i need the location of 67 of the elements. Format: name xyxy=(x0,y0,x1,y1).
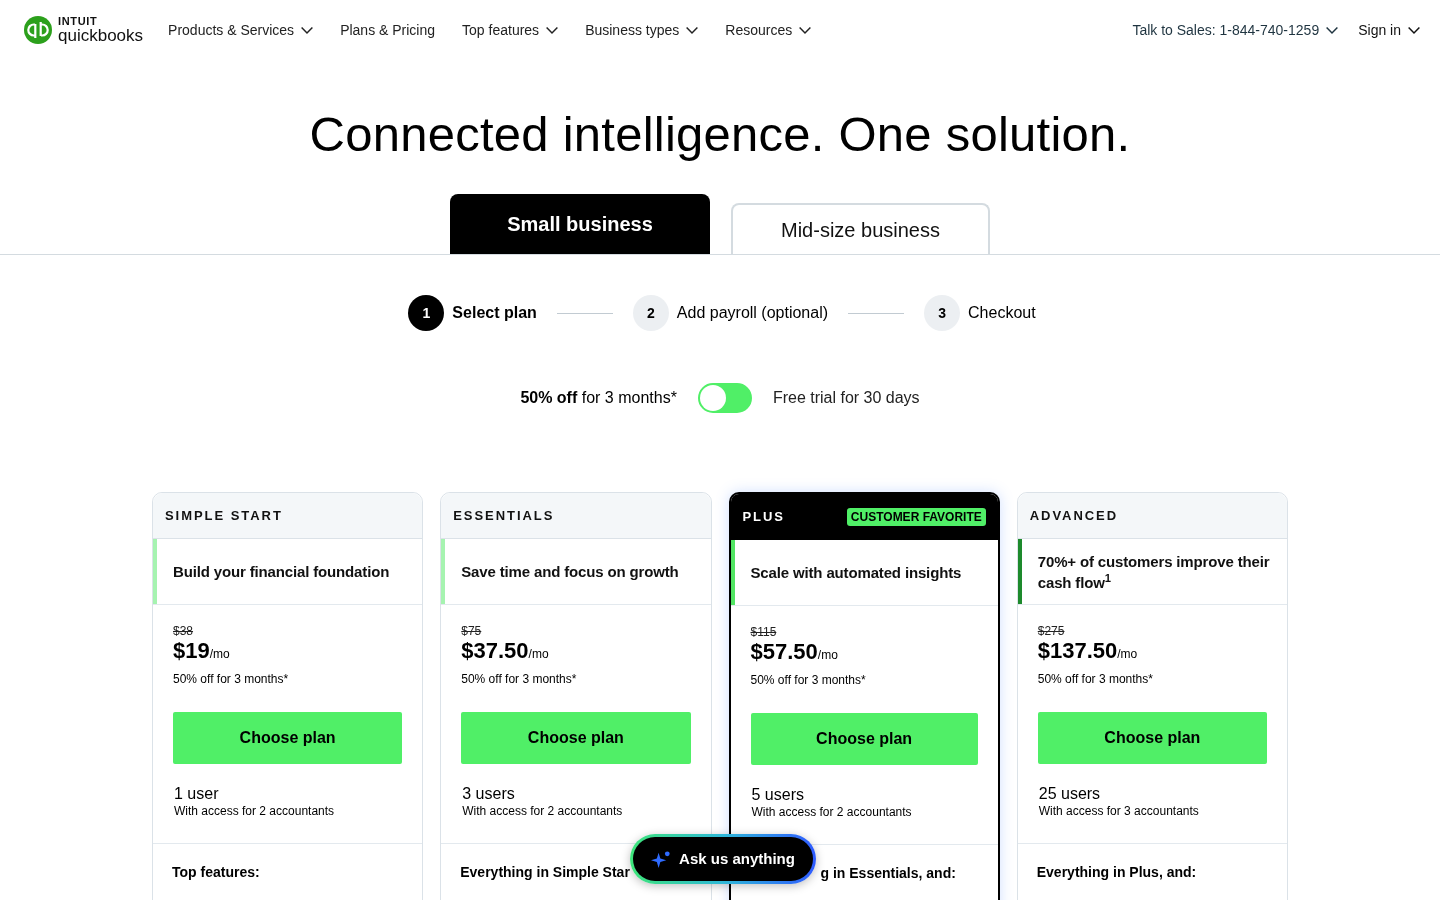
plan-name: SIMPLE START xyxy=(165,506,283,525)
discount-option-label: 50% off for 3 months* xyxy=(520,388,677,408)
ask-chat-button[interactable]: Ask us anything xyxy=(630,834,816,884)
logo-product: quickbooks xyxy=(58,27,144,44)
plan-price: $19/mo xyxy=(173,638,230,665)
sparkle-icon xyxy=(651,850,671,868)
plan-name: ESSENTIALS xyxy=(453,506,555,525)
logo-brand: INTUIT xyxy=(58,16,98,27)
trial-option-label: Free trial for 30 days xyxy=(772,388,920,408)
nav-menu-item[interactable]: Products & Services xyxy=(168,19,314,41)
step-number: 2 xyxy=(632,295,669,331)
user-count: 25 users xyxy=(1037,784,1101,804)
segment-tab[interactable]: Mid-size business xyxy=(731,203,990,254)
choose-plan-button[interactable]: Choose plan xyxy=(461,712,691,764)
nav-menu-item[interactable]: Business types xyxy=(585,19,699,41)
plan-tagline: Save time and focus on growth xyxy=(461,562,679,582)
choose-plan-button[interactable]: Choose plan xyxy=(173,712,403,764)
plan-price: $137.50/mo xyxy=(1037,638,1138,665)
choose-plan-button[interactable]: Choose plan xyxy=(1037,712,1267,764)
plan-name: PLUS xyxy=(742,507,785,526)
accountant-access: With access for 2 accountants xyxy=(750,805,912,819)
chevron-down-icon xyxy=(1408,26,1420,34)
chevron-down-icon xyxy=(546,26,559,34)
plan-tagline: Build your financial foundation xyxy=(173,562,390,582)
step-number: 1 xyxy=(408,295,445,331)
original-price: $115 xyxy=(750,625,777,639)
accountant-access: With access for 2 accountants xyxy=(461,804,623,818)
plan-tagline: 70%+ of customers improve their cash flow$^{1}$ xyxy=(1037,551,1271,593)
discount-note: 50% off for 3 months* xyxy=(1037,672,1153,686)
plan-badge: CUSTOMER FAVORITE xyxy=(846,507,986,526)
discount-note: 50% off for 3 months* xyxy=(750,673,866,687)
discount-note: 50% off for 3 months* xyxy=(173,672,289,686)
sales-phone-menu[interactable]: Talk to Sales: 1-844-740-1259 xyxy=(1132,19,1339,41)
plan-name: ADVANCED xyxy=(1029,506,1119,525)
nav-menu-item[interactable]: Top features xyxy=(462,19,559,41)
segment-tab[interactable]: Small business xyxy=(450,194,710,254)
choose-plan-button[interactable]: Choose plan xyxy=(750,713,978,765)
chevron-down-icon xyxy=(1326,26,1339,34)
discount-note: 50% off for 3 months* xyxy=(461,672,577,686)
step-label: Checkout xyxy=(968,303,1036,323)
chevron-down-icon xyxy=(799,26,812,34)
accountant-access: With access for 2 accountants xyxy=(173,804,335,818)
nav-menu-item[interactable]: Plans & Pricing xyxy=(340,19,436,41)
plan-price: $37.50/mo xyxy=(461,638,549,665)
user-count: 1 user xyxy=(173,784,219,804)
plan-tagline: Scale with automated insights xyxy=(750,563,962,583)
original-price: $275 xyxy=(1037,624,1065,638)
plan-price: $57.50/mo xyxy=(750,639,838,666)
toggle-switch[interactable] xyxy=(697,383,752,413)
sign-in-menu[interactable]: Sign in xyxy=(1358,19,1420,41)
step-label: Add payroll (optional) xyxy=(676,303,829,323)
step-label: Select plan xyxy=(452,303,537,323)
features-heading: g in Essentials, and: xyxy=(820,864,956,883)
original-price: $38 xyxy=(173,624,194,638)
accountant-access: With access for 3 accountants xyxy=(1037,804,1199,818)
logo-icon xyxy=(24,16,52,44)
user-count: 5 users xyxy=(750,785,804,805)
step-number: 3 xyxy=(924,295,961,331)
original-price: $75 xyxy=(461,624,482,638)
user-count: 3 users xyxy=(461,784,515,804)
features-heading: Everything in Simple Star xyxy=(460,863,630,882)
chevron-down-icon xyxy=(686,26,699,34)
nav-menu-item[interactable]: Resources xyxy=(725,19,812,41)
page-headline: Connected intelligence. One solution. xyxy=(309,106,1131,163)
features-heading: Top features: xyxy=(172,863,260,882)
features-heading: Everything in Plus, and: xyxy=(1036,863,1197,882)
chevron-down-icon xyxy=(301,26,314,34)
